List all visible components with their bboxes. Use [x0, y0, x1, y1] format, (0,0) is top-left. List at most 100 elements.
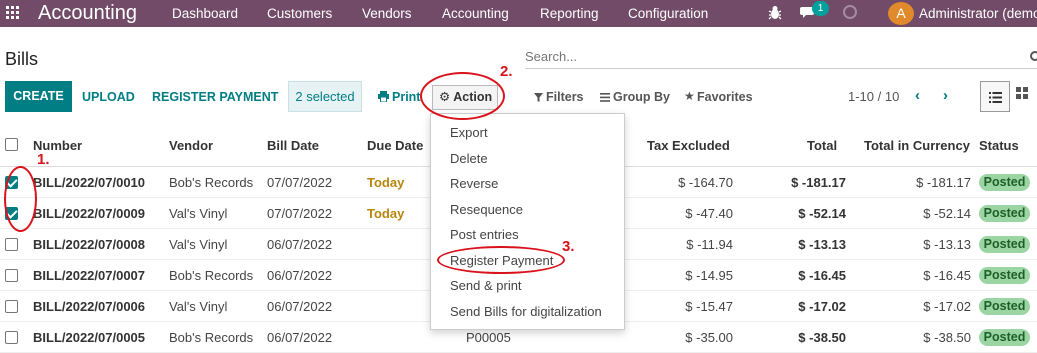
tax-excluded: $ -11.94 — [686, 237, 733, 252]
row-checkbox[interactable] — [5, 300, 18, 313]
menu-item-delete[interactable]: Delete — [450, 151, 488, 166]
total-in-currency: $ -13.13 — [923, 237, 971, 252]
total-in-currency: $ -16.45 — [923, 268, 971, 283]
menu-vendors[interactable]: Vendors — [362, 6, 412, 21]
row-checkbox[interactable] — [5, 238, 18, 251]
col-status[interactable]: Status — [979, 138, 1019, 153]
selected-count[interactable]: 2 selected — [288, 81, 362, 112]
bug-icon[interactable] — [768, 5, 782, 20]
pager-next-icon[interactable]: › — [943, 87, 948, 104]
action-dropdown-menu — [430, 113, 625, 330]
bill-date: 06/07/2022 — [267, 330, 333, 345]
tax-excluded: $ -47.40 — [685, 206, 733, 221]
tax-excluded: $ -35.00 — [685, 330, 733, 345]
pager-value[interactable]: 1-10 / 10 — [848, 89, 899, 104]
page-title: Bills — [5, 49, 39, 69]
app-name[interactable]: Accounting — [38, 2, 137, 25]
print-icon — [378, 91, 389, 102]
messages-count-badge: 1 — [812, 1, 829, 16]
annotation-step-1: 1. — [37, 151, 50, 168]
col-total-in-currency[interactable]: Total in Currency — [864, 138, 970, 153]
menu-dashboard[interactable]: Dashboard — [172, 6, 238, 21]
status-badge: Posted — [979, 298, 1030, 315]
vendor-name: Val's Vinyl — [169, 299, 228, 314]
col-vendor[interactable]: Vendor — [169, 138, 213, 153]
activity-clock-icon[interactable] — [843, 5, 857, 19]
vendor-name: Val's Vinyl — [169, 206, 228, 221]
total-in-currency: $ -181.17 — [916, 175, 971, 190]
status-badge: Posted — [979, 174, 1030, 191]
total: $ -16.45 — [798, 268, 846, 283]
search-icon[interactable] — [1030, 51, 1037, 61]
upload-button[interactable]: UPLOAD — [82, 90, 135, 104]
row-checkbox[interactable] — [5, 331, 18, 344]
total: $ -38.50 — [798, 330, 846, 345]
annotation-step-2: 2. — [500, 63, 513, 80]
bill-date: 06/07/2022 — [267, 268, 333, 283]
list-view-icon — [989, 92, 1002, 103]
row-checkbox[interactable] — [5, 269, 18, 282]
col-bill-date[interactable]: Bill Date — [267, 138, 319, 153]
annotation-oval-checkboxes — [4, 166, 37, 232]
total-in-currency: $ -52.14 — [923, 206, 971, 221]
menu-item-export[interactable]: Export — [450, 125, 488, 140]
bill-number: BILL/2022/07/0005 — [33, 330, 146, 345]
vendor-name: Bob's Records — [169, 330, 254, 345]
bill-number: BILL/2022/07/0007 — [33, 268, 146, 283]
search-input[interactable] — [525, 45, 1015, 67]
menu-reporting[interactable]: Reporting — [540, 6, 599, 21]
search-bar[interactable] — [525, 45, 1037, 69]
list-view-button[interactable] — [980, 81, 1010, 112]
bill-number: BILL/2022/07/0009 — [33, 206, 146, 221]
kanban-view-icon[interactable] — [1016, 87, 1028, 99]
register-payment-button[interactable]: REGISTER PAYMENT — [152, 90, 278, 104]
favorites-button[interactable]: Favorites — [697, 90, 753, 104]
top-navbar: Accounting Dashboard Customers Vendors A… — [0, 0, 1037, 27]
bill-date: 07/07/2022 — [267, 206, 333, 221]
tax-excluded: $ -14.95 — [685, 268, 733, 283]
total: $ -181.17 — [791, 175, 846, 190]
vendor-name: Val's Vinyl — [169, 237, 228, 252]
pager-prev-icon[interactable]: ‹ — [915, 87, 920, 104]
due-date: Today — [367, 206, 405, 221]
groupby-button[interactable]: Group By — [613, 90, 670, 104]
group-by-icon — [600, 93, 610, 102]
bill-reference: P00005 — [466, 330, 511, 345]
avatar[interactable]: A — [888, 2, 914, 25]
total: $ -52.14 — [798, 206, 846, 221]
total-in-currency: $ -38.50 — [923, 330, 971, 345]
filters-button[interactable]: Filters — [546, 90, 584, 104]
status-badge: Posted — [979, 236, 1030, 253]
tax-excluded: $ -15.47 — [685, 299, 733, 314]
bill-number: BILL/2022/07/0010 — [33, 175, 146, 190]
bill-date: 06/07/2022 — [267, 299, 333, 314]
col-due-date[interactable]: Due Date — [367, 138, 423, 153]
annotation-oval-action — [420, 72, 505, 120]
menu-accounting[interactable]: Accounting — [442, 6, 509, 21]
menu-item-post-entries[interactable]: Post entries — [450, 227, 519, 242]
apps-grid-icon[interactable] — [6, 6, 20, 20]
total: $ -13.13 — [798, 237, 846, 252]
status-badge: Posted — [979, 329, 1030, 346]
menu-configuration[interactable]: Configuration — [628, 6, 708, 21]
status-badge: Posted — [979, 205, 1030, 222]
due-date: Today — [367, 175, 405, 190]
menu-item-send-for-digitalization[interactable]: Send Bills for digitalization — [450, 304, 602, 319]
tax-excluded: $ -164.70 — [678, 175, 733, 190]
bill-number: BILL/2022/07/0008 — [33, 237, 146, 252]
menu-item-resequence[interactable]: Resequence — [450, 202, 523, 217]
col-tax-excluded[interactable]: Tax Excluded — [647, 138, 730, 153]
annotation-oval-register-payment — [437, 246, 565, 274]
vendor-name: Bob's Records — [169, 268, 254, 283]
menu-customers[interactable]: Customers — [267, 6, 332, 21]
menu-item-send-print[interactable]: Send & print — [450, 278, 522, 293]
create-button[interactable]: CREATE — [5, 81, 72, 112]
status-badge: Posted — [979, 267, 1030, 284]
annotation-step-3: 3. — [562, 238, 575, 255]
select-all-checkbox[interactable] — [5, 138, 18, 151]
filter-icon — [534, 93, 543, 102]
print-button[interactable]: Print — [392, 90, 420, 104]
user-menu-name[interactable]: Administrator (demo — [919, 6, 1037, 21]
menu-item-reverse[interactable]: Reverse — [450, 176, 498, 191]
col-total[interactable]: Total — [807, 138, 837, 153]
